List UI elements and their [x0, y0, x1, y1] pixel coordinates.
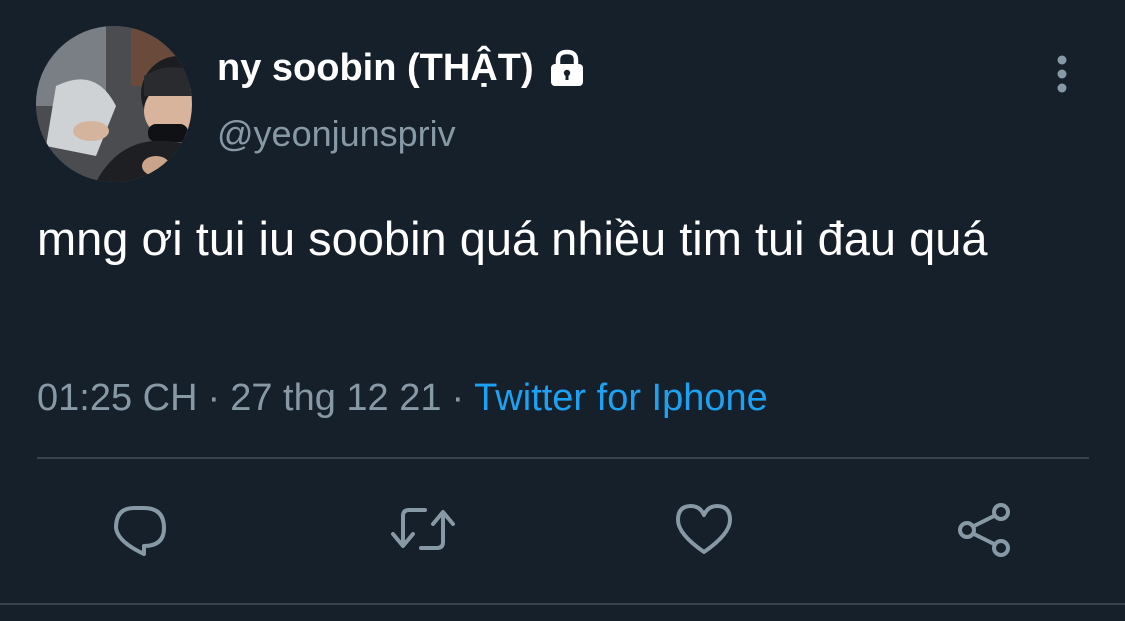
- retweet-button[interactable]: [391, 500, 455, 560]
- retweet-icon: [391, 508, 455, 550]
- share-icon: [958, 503, 1010, 557]
- share-button[interactable]: [955, 500, 1015, 560]
- heart-icon: [676, 504, 732, 554]
- tweet-source-link[interactable]: Twitter for Iphone: [474, 377, 768, 419]
- like-button[interactable]: [674, 500, 734, 560]
- more-vertical-icon[interactable]: [1046, 52, 1078, 96]
- tweet-meta: 01:25 CH · 27 thg 12 21 · Twitter for Iphone: [37, 374, 768, 422]
- display-name-text: ny soobin (THẬT): [217, 47, 534, 89]
- display-name[interactable]: ny soobin (THẬT): [217, 44, 588, 92]
- tweet-date[interactable]: 27 thg 12 21: [230, 377, 441, 419]
- avatar-photo: [36, 26, 192, 182]
- meta-separator: ·: [451, 377, 465, 419]
- meta-separator: ·: [207, 377, 221, 419]
- divider: [37, 457, 1089, 459]
- reply-icon: [114, 506, 166, 556]
- avatar[interactable]: [36, 26, 192, 182]
- tweet-time[interactable]: 01:25 CH: [37, 377, 198, 419]
- lock-icon: [546, 47, 588, 89]
- user-handle[interactable]: @yeonjunspriv: [217, 112, 456, 156]
- reply-button[interactable]: [110, 500, 170, 560]
- divider: [0, 603, 1125, 605]
- tweet-text: mng ơi tui iu soobin quá nhiều tim tui đ…: [37, 212, 988, 265]
